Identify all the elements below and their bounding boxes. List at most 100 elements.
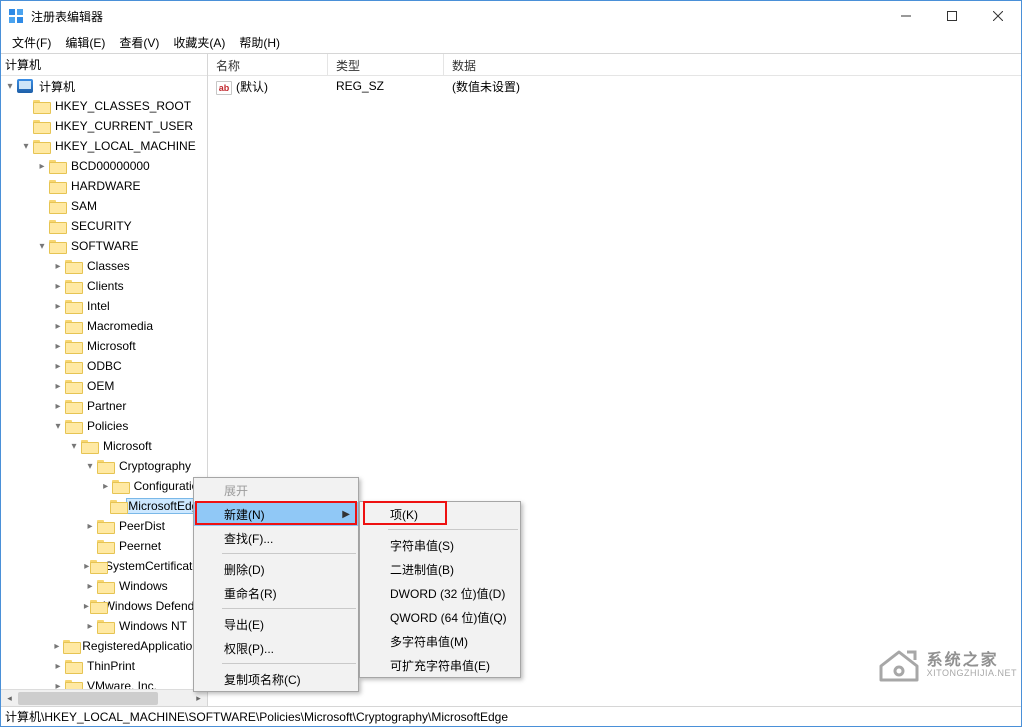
expand-icon[interactable]: ▸ bbox=[51, 381, 65, 392]
menubar: 文件(F)编辑(E)查看(V)收藏夹(A)帮助(H) bbox=[1, 31, 1021, 53]
column-header[interactable]: 数据 bbox=[444, 54, 984, 75]
tree-item[interactable]: ▸Partner bbox=[1, 396, 207, 416]
expand-icon[interactable]: ▸ bbox=[51, 361, 65, 372]
collapse-icon[interactable]: ▾ bbox=[3, 81, 17, 92]
statusbar-path: 计算机\HKEY_LOCAL_MACHINE\SOFTWARE\Policies… bbox=[5, 708, 508, 725]
tree-item[interactable]: ▸Microsoft bbox=[1, 336, 207, 356]
context-menu-item[interactable]: 项(K) bbox=[360, 502, 520, 526]
tree-item[interactable]: MicrosoftEdge bbox=[1, 496, 207, 516]
collapse-icon[interactable]: ▾ bbox=[19, 141, 33, 152]
tree-item[interactable]: ▸PeerDist bbox=[1, 516, 207, 536]
collapse-icon[interactable]: ▾ bbox=[51, 421, 65, 432]
tree-item[interactable]: ▸Intel bbox=[1, 296, 207, 316]
menu-item[interactable]: 收藏夹(A) bbox=[166, 32, 232, 53]
scroll-track[interactable] bbox=[18, 690, 190, 707]
expand-icon[interactable]: ▸ bbox=[83, 621, 97, 632]
tree-item[interactable]: ▾Microsoft bbox=[1, 436, 207, 456]
list-row[interactable]: ab(默认)REG_SZ(数值未设置) bbox=[208, 76, 1021, 96]
context-menu-item[interactable]: 复制项名称(C) bbox=[194, 667, 358, 691]
context-menu-item[interactable]: 导出(E) bbox=[194, 612, 358, 636]
expand-icon[interactable]: ▸ bbox=[51, 661, 65, 672]
expand-icon[interactable]: ▸ bbox=[51, 321, 65, 332]
expand-icon[interactable]: ▸ bbox=[51, 301, 65, 312]
context-menu-item[interactable]: 重命名(R) bbox=[194, 581, 358, 605]
column-header[interactable]: 名称 bbox=[208, 54, 328, 75]
tree-item-label: 计算机 bbox=[37, 78, 77, 95]
maximize-button[interactable] bbox=[929, 1, 975, 31]
tree-item[interactable]: ▸ODBC bbox=[1, 356, 207, 376]
context-menu-item[interactable]: 多字符串值(M) bbox=[360, 629, 520, 653]
watermark-text-cn: 系统之家 bbox=[927, 653, 1017, 669]
tree-item[interactable]: ▸BCD00000000 bbox=[1, 156, 207, 176]
tree-item[interactable]: SECURITY bbox=[1, 216, 207, 236]
expand-icon[interactable]: ▸ bbox=[51, 681, 65, 690]
tree-item[interactable]: ▸Configuration bbox=[1, 476, 207, 496]
tree-item[interactable]: HARDWARE bbox=[1, 176, 207, 196]
expand-icon[interactable]: ▸ bbox=[35, 161, 49, 172]
menu-item[interactable]: 帮助(H) bbox=[232, 32, 287, 53]
context-menu-item[interactable]: 字符串值(S) bbox=[360, 533, 520, 557]
column-header[interactable]: 类型 bbox=[328, 54, 444, 75]
context-menu[interactable]: 展开新建(N)▶查找(F)... 删除(D)重命名(R) 导出(E)权限(P)...… bbox=[193, 477, 359, 692]
collapse-icon[interactable]: ▾ bbox=[35, 241, 49, 252]
context-menu-item[interactable]: 二进制值(B) bbox=[360, 557, 520, 581]
tree-item[interactable]: ▾HKEY_LOCAL_MACHINE bbox=[1, 136, 207, 156]
tree-body[interactable]: ▾计算机HKEY_CLASSES_ROOTHKEY_CURRENT_USER▾H… bbox=[1, 76, 207, 689]
expand-icon[interactable]: ▸ bbox=[83, 601, 90, 612]
expand-icon[interactable]: ▸ bbox=[83, 581, 97, 592]
context-menu-item[interactable]: QWORD (64 位)值(Q) bbox=[360, 605, 520, 629]
minimize-button[interactable] bbox=[883, 1, 929, 31]
tree-item[interactable]: ▸Clients bbox=[1, 276, 207, 296]
context-menu-item[interactable]: DWORD (32 位)值(D) bbox=[360, 581, 520, 605]
context-menu-item[interactable]: 权限(P)... bbox=[194, 636, 358, 660]
tree-item[interactable]: ▸Windows NT bbox=[1, 616, 207, 636]
tree-item[interactable]: HKEY_CLASSES_ROOT bbox=[1, 96, 207, 116]
list-body[interactable]: ab(默认)REG_SZ(数值未设置) bbox=[208, 76, 1021, 96]
tree-item[interactable]: ▸ThinPrint bbox=[1, 656, 207, 676]
expand-icon[interactable]: ▸ bbox=[99, 481, 112, 492]
tree-item[interactable]: ▾ 计算机 bbox=[1, 76, 207, 96]
tree-item[interactable]: ▾Cryptography bbox=[1, 456, 207, 476]
tree-item[interactable]: ▸RegisteredApplications bbox=[1, 636, 207, 656]
watermark-logo-icon bbox=[877, 646, 921, 684]
context-menu-item[interactable]: 查找(F)... bbox=[194, 526, 358, 550]
tree-item[interactable]: ▸ Macromedia bbox=[1, 316, 207, 336]
tree-item-label: Macromedia bbox=[85, 319, 155, 333]
tree-item[interactable]: ▸VMware, Inc. bbox=[1, 676, 207, 689]
tree-item[interactable]: ▾Policies bbox=[1, 416, 207, 436]
expand-icon[interactable]: ▸ bbox=[83, 521, 97, 532]
menu-item[interactable]: 编辑(E) bbox=[58, 32, 112, 53]
expand-icon[interactable]: ▸ bbox=[83, 561, 90, 572]
context-menu-item-label: 多字符串值(M) bbox=[390, 633, 468, 650]
tree-item[interactable]: Peernet bbox=[1, 536, 207, 556]
context-submenu-new[interactable]: 项(K) 字符串值(S)二进制值(B)DWORD (32 位)值(D)QWORD … bbox=[359, 501, 521, 678]
tree-item[interactable]: ▸Windows bbox=[1, 576, 207, 596]
folder-icon bbox=[65, 399, 81, 413]
scroll-left-button[interactable]: ◂ bbox=[1, 690, 18, 707]
expand-icon[interactable]: ▸ bbox=[51, 341, 65, 352]
tree-h-scrollbar[interactable]: ◂ ▸ bbox=[1, 689, 207, 706]
folder-icon bbox=[90, 599, 98, 613]
collapse-icon[interactable]: ▾ bbox=[83, 461, 97, 472]
context-menu-item: 展开 bbox=[194, 478, 358, 502]
close-button[interactable] bbox=[975, 1, 1021, 31]
context-menu-item[interactable]: 可扩充字符串值(E) bbox=[360, 653, 520, 677]
tree-item[interactable]: ▸Windows Defender bbox=[1, 596, 207, 616]
menu-item[interactable]: 文件(F) bbox=[5, 32, 58, 53]
context-menu-item[interactable]: 新建(N)▶ bbox=[194, 502, 358, 526]
scroll-thumb[interactable] bbox=[18, 692, 158, 705]
tree-item[interactable]: ▾SOFTWARE bbox=[1, 236, 207, 256]
tree-item[interactable]: ▸OEM bbox=[1, 376, 207, 396]
expand-icon[interactable]: ▸ bbox=[51, 261, 65, 272]
tree-item[interactable]: HKEY_CURRENT_USER bbox=[1, 116, 207, 136]
tree-item[interactable]: SAM bbox=[1, 196, 207, 216]
expand-icon[interactable]: ▸ bbox=[51, 401, 65, 412]
context-menu-item[interactable]: 删除(D) bbox=[194, 557, 358, 581]
expand-icon[interactable]: ▸ bbox=[51, 641, 63, 652]
tree-item[interactable]: ▸Classes bbox=[1, 256, 207, 276]
expand-icon[interactable]: ▸ bbox=[51, 281, 65, 292]
menu-item[interactable]: 查看(V) bbox=[112, 32, 166, 53]
list-header[interactable]: 名称类型数据 bbox=[208, 54, 1021, 76]
collapse-icon[interactable]: ▾ bbox=[67, 441, 81, 452]
tree-item[interactable]: ▸SystemCertificates bbox=[1, 556, 207, 576]
